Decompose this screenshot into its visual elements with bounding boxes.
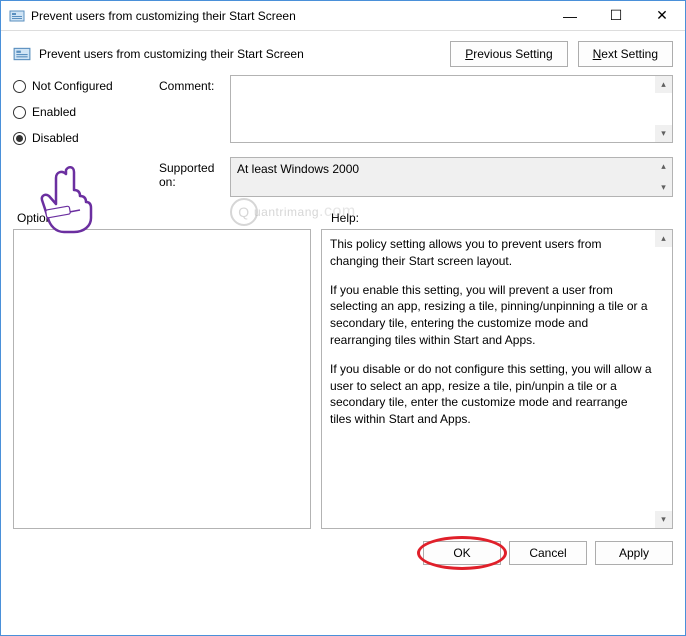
radio-not-configured[interactable]: Not Configured [13, 79, 153, 93]
scroll-down-icon[interactable]: ▾ [655, 511, 672, 528]
state-radios: Not Configured Enabled Disabled [13, 75, 153, 145]
scroll-up-icon[interactable]: ▴ [655, 158, 672, 175]
window-controls: — ☐ ✕ [547, 1, 685, 30]
comment-label: Comment: [159, 75, 224, 93]
nav-buttons: Previous Setting Next Setting [450, 41, 673, 67]
ok-button[interactable]: OK [423, 541, 501, 565]
maximize-button[interactable]: ☐ [593, 1, 639, 30]
close-button[interactable]: ✕ [639, 1, 685, 30]
radio-label: Disabled [32, 131, 79, 145]
apply-button[interactable]: Apply [595, 541, 673, 565]
comment-textarea[interactable]: ▴ ▾ [230, 75, 673, 143]
policy-title: Prevent users from customizing their Sta… [39, 47, 450, 61]
supported-label: Supported on: [159, 157, 224, 189]
minimize-button[interactable]: — [547, 1, 593, 30]
radio-label: Enabled [32, 105, 76, 119]
radio-icon [13, 80, 26, 93]
mid-labels: Options: Help: [13, 211, 673, 225]
next-setting-button[interactable]: Next Setting [578, 41, 673, 67]
supported-text: At least Windows 2000 [237, 162, 359, 176]
scroll-down-icon[interactable]: ▾ [655, 125, 672, 142]
radio-icon [13, 132, 26, 145]
window-title: Prevent users from customizing their Sta… [31, 9, 547, 23]
content: Not Configured Enabled Disabled Comment:… [1, 75, 685, 529]
ok-highlight-circle: OK [423, 541, 501, 565]
scroll-up-icon[interactable]: ▴ [655, 230, 672, 247]
previous-setting-button[interactable]: Previous Setting [450, 41, 567, 67]
footer: OK Cancel Apply [1, 529, 685, 565]
scroll-up-icon[interactable]: ▴ [655, 76, 672, 93]
top-grid: Not Configured Enabled Disabled Comment:… [13, 75, 673, 145]
header-row: Prevent users from customizing their Sta… [1, 31, 685, 75]
help-pane[interactable]: This policy setting allows you to preven… [321, 229, 673, 529]
options-pane[interactable] [13, 229, 311, 529]
help-paragraph: If you enable this setting, you will pre… [330, 282, 652, 349]
titlebar: Prevent users from customizing their Sta… [1, 1, 685, 31]
help-label: Help: [313, 211, 359, 225]
radio-enabled[interactable]: Enabled [13, 105, 153, 119]
supported-row: Supported on: At least Windows 2000 ▴ ▾ [13, 157, 673, 197]
cancel-button[interactable]: Cancel [509, 541, 587, 565]
policy-header-icon [13, 45, 31, 63]
options-label: Options: [13, 211, 313, 225]
panes: This policy setting allows you to preven… [13, 229, 673, 529]
help-paragraph: This policy setting allows you to preven… [330, 236, 652, 270]
radio-icon [13, 106, 26, 119]
radio-label: Not Configured [32, 79, 113, 93]
policy-icon [9, 8, 25, 24]
radio-disabled[interactable]: Disabled [13, 131, 153, 145]
supported-textarea: At least Windows 2000 ▴ ▾ [230, 157, 673, 197]
scroll-down-icon[interactable]: ▾ [655, 179, 672, 196]
help-paragraph: If you disable or do not configure this … [330, 361, 652, 428]
